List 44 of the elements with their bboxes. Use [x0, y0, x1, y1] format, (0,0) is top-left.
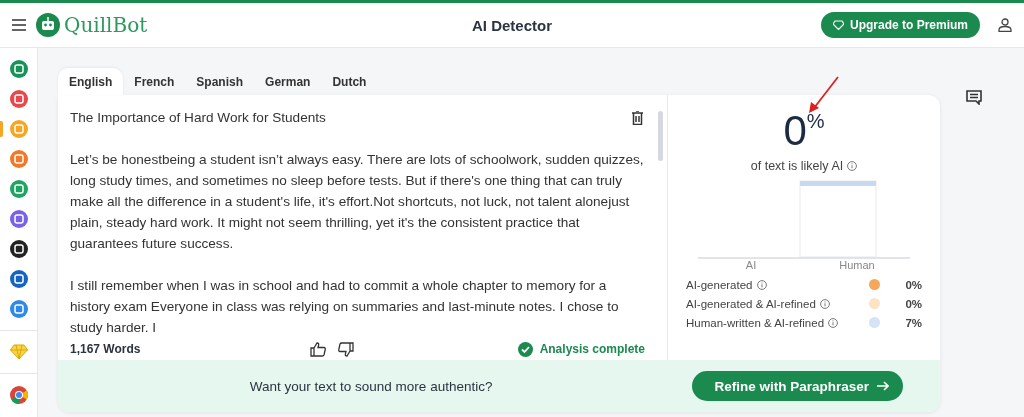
- axis-label: Human: [838, 259, 876, 271]
- info-icon[interactable]: [847, 161, 858, 171]
- legend-label: AI-generated & AI-refined: [686, 297, 816, 310]
- result-caption: of text is likely AI: [750, 159, 844, 173]
- axis-label: AI: [744, 259, 758, 271]
- comment-icon[interactable]: [966, 90, 982, 105]
- scrollbar-thumb[interactable]: [658, 111, 663, 161]
- ai-percentage: 0: [783, 109, 807, 153]
- legend-value: 0%: [904, 297, 922, 310]
- essay-paragraph: I still remember when I was in school and had to commit a whole chapter to memory for a history exam Everyone in class was relying on summaries and last-minute notes. I chose to study harder. I: [70, 277, 620, 337]
- thumbs-up-icon[interactable]: [310, 341, 326, 357]
- language-tab[interactable]: English: [58, 68, 124, 95]
- trash-icon[interactable]: [632, 111, 643, 125]
- word-count: 1,167 Words: [70, 342, 142, 356]
- user-icon[interactable]: [998, 18, 1012, 32]
- banner-text: Want your text to sound more authentic?: [249, 378, 493, 394]
- menu-icon[interactable]: [12, 19, 26, 31]
- check-circle-icon: [517, 341, 533, 357]
- robot-logo-icon: [36, 13, 60, 37]
- language-tab[interactable]: Dutch: [321, 68, 378, 95]
- info-icon[interactable]: [756, 279, 767, 290]
- language-tab[interactable]: French: [123, 68, 186, 95]
- language-tab[interactable]: German: [254, 68, 322, 95]
- language-tab[interactable]: Spanish: [185, 68, 255, 95]
- annotation-arrow: [808, 76, 840, 114]
- arrow-right-icon: [877, 381, 889, 391]
- browser-icon[interactable]: [9, 386, 28, 404]
- refine-button[interactable]: Refine with Paraphraser: [692, 371, 903, 401]
- legend-value: 0%: [904, 278, 922, 291]
- legend-label: AI-generated: [686, 278, 753, 291]
- legend-value: 7%: [904, 316, 922, 329]
- percent-sign: %: [806, 109, 825, 132]
- info-icon[interactable]: [819, 298, 830, 309]
- tool-icon[interactable]: [9, 240, 28, 258]
- info-icon[interactable]: [828, 317, 839, 328]
- diamond-icon: [832, 20, 844, 30]
- legend-label: Human-written & AI-refined: [686, 316, 825, 329]
- page-title: AI Detector: [472, 16, 552, 34]
- logo-text[interactable]: QuillBot: [64, 13, 148, 37]
- upgrade-button[interactable]: Upgrade to Premium: [820, 12, 980, 38]
- thumbs-down-icon[interactable]: [338, 341, 354, 357]
- analysis-status: Analysis complete: [539, 342, 645, 356]
- essay-title: The Importance of Hard Work for Students: [70, 109, 326, 127]
- essay-paragraph: Let’s be honestbeing a student isn’t always easy. There are lots of schoolwork, sudden quizzes, long study times, and sometimes no sleep before tests. But if there's one thing that can truly make all the difference in a student's life, it's effort.Not shortcuts, not luck, not talent alonejust plain, steady hard work. It might not seem thrilling, yet it's the consistent practice that guarantees future success.: [70, 151, 645, 253]
